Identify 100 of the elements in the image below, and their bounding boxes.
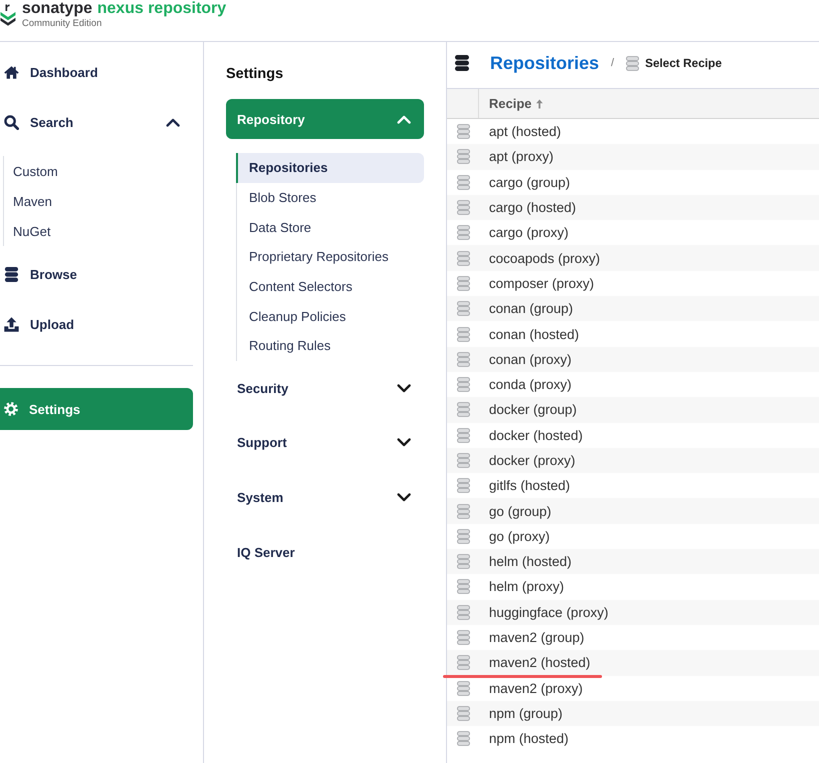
settings-nav-item[interactable]: Repository [226,99,424,139]
table-cell: conan (proxy) [489,352,572,367]
database-icon [456,453,470,468]
table-row[interactable]: npm (hosted) [447,726,819,752]
database-icon [456,352,470,367]
database-icon [456,326,470,342]
table-cell: maven2 (hosted) [489,655,590,670]
database-icon [456,301,470,316]
table-cell: maven2 (proxy) [489,680,583,696]
table-row[interactable]: maven2 (proxy) [447,676,819,701]
edition-label: Community Edition [22,18,102,29]
settings-nav-item[interactable]: System [226,470,424,525]
database-icon [456,124,470,140]
database-icon [456,706,470,721]
table-row[interactable]: conda (proxy) [447,372,819,398]
table-row[interactable]: conan (group) [447,296,819,322]
table-row[interactable]: huggingface (proxy) [447,600,819,625]
table-row[interactable]: cargo (proxy) [447,220,819,246]
sidebar-item[interactable]: Dashboard [0,47,193,97]
table-cell: docker (proxy) [489,453,576,468]
table-row[interactable]: go (proxy) [447,524,819,550]
database-icon [455,55,469,71]
settings-nav-subitem[interactable]: Blob Stores [237,182,424,212]
table-cell: conda (proxy) [489,377,572,392]
column-header[interactable]: Recipe [489,89,543,118]
database-icon [456,478,470,494]
database-icon [4,266,19,282]
sidebar-item[interactable]: Search [0,97,193,147]
table-cell: maven2 (group) [489,630,584,646]
breadcrumb-current: Select Recipe [645,56,722,70]
settings-nav-subitem[interactable]: Proprietary Repositories [237,242,424,272]
database-icon [456,200,470,216]
database-icon [456,428,470,443]
search-icon [4,114,19,130]
database-icon [456,554,470,570]
table-row[interactable]: apt (hosted) [447,119,819,144]
database-icon [456,504,470,519]
settings-icon [4,402,18,416]
table-cell: go (group) [489,504,552,519]
database-icon [456,377,470,392]
table-row[interactable]: npm (group) [447,700,819,726]
table-row[interactable]: docker (proxy) [447,448,819,474]
settings-nav-subitem[interactable]: Repositories [236,153,424,183]
table-row[interactable]: maven2 (group) [447,624,819,650]
upload-icon [4,316,19,332]
database-icon [456,402,470,418]
table-cell: cargo (hosted) [489,200,576,216]
table-row[interactable]: apt (proxy) [447,144,819,170]
table-row[interactable]: docker (hosted) [447,422,819,448]
table-cell: go (proxy) [489,528,550,544]
table-cell: cocoapods (proxy) [489,250,600,266]
table-cell: docker (group) [489,402,577,418]
table-cell: helm (proxy) [489,579,564,594]
sidebar-item[interactable]: Browse [0,249,193,299]
table-row[interactable]: docker (group) [447,397,819,423]
table-row[interactable]: conan (hosted) [447,321,819,347]
table-cell: npm (group) [489,706,563,721]
breadcrumb-link[interactable]: Repositories [490,52,600,74]
database-icon [456,276,470,291]
table-cell: conan (hosted) [489,326,580,342]
logo-icon [0,4,16,26]
settings-nav-subitem[interactable]: Data Store [237,212,424,242]
table-cell: helm (hosted) [489,554,572,570]
table-cell: gitlfs (hosted) [489,478,570,494]
database-icon [456,149,470,164]
settings-nav-item[interactable]: Support [226,416,424,470]
database-icon [456,680,470,696]
table-cell: docker (hosted) [489,428,583,443]
settings-nav-subitem[interactable]: Cleanup Policies [237,301,424,332]
sidebar-item[interactable]: Settings [0,388,193,430]
database-icon [456,604,470,620]
breadcrumb-separator: / [611,57,614,69]
sidebar-subitem[interactable]: Maven [4,186,194,216]
database-icon [456,630,470,646]
table-row[interactable]: cargo (hosted) [447,194,819,220]
table-row[interactable]: conan (proxy) [447,346,819,372]
table-row[interactable]: cargo (group) [447,170,819,195]
section-title: Settings [226,65,284,84]
table-row[interactable]: cocoapods (proxy) [447,245,819,271]
table-row[interactable]: composer (proxy) [447,270,819,296]
table-cell: cargo (group) [489,174,570,190]
settings-nav-item[interactable]: Security [226,360,424,416]
sidebar-item[interactable]: Upload [0,299,193,349]
table-row[interactable]: gitlfs (hosted) [447,473,819,498]
sidebar-subitem[interactable]: Custom [4,156,194,186]
table-cell: conan (group) [489,301,574,316]
table-row[interactable]: go (group) [447,498,819,524]
settings-nav-subitem[interactable]: Routing Rules [237,331,424,361]
database-icon [456,174,470,190]
table-row[interactable]: helm (proxy) [447,574,819,600]
database-icon [456,250,470,266]
table-row[interactable]: helm (hosted) [447,549,819,574]
settings-nav-subitem[interactable]: Content Selectors [237,272,424,302]
table-cell: huggingface (proxy) [489,604,608,620]
database-icon [456,579,470,594]
settings-nav-item[interactable]: IQ Server [226,524,424,580]
sidebar-subitem[interactable]: NuGet [4,216,194,246]
product-name: nexus repository [97,0,226,18]
database-icon [456,731,470,746]
table-cell: npm (hosted) [489,731,569,746]
